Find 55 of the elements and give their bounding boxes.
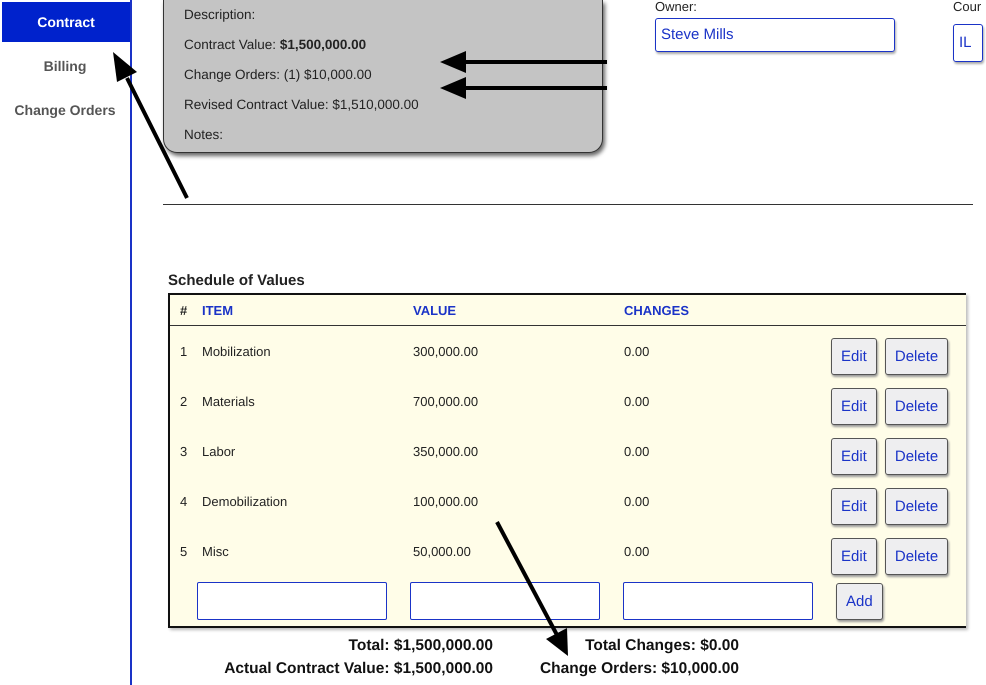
- table-cell-text: 100,000.00: [413, 494, 480, 508]
- field-label: Cour: [953, 0, 982, 16]
- card-text: Notes:: [184, 126, 224, 144]
- delete-button[interactable]: Delete: [884, 338, 948, 374]
- table-cell-text: Demobilization: [202, 494, 288, 508]
- table-cell-text: Misc: [202, 544, 230, 558]
- table-cell-text: 4: [179, 494, 188, 508]
- table-cell-text: 5: [179, 544, 188, 558]
- edit-button[interactable]: Edit: [831, 538, 877, 574]
- table-cell-text: Labor: [202, 444, 236, 458]
- column-header: VALUE: [413, 302, 458, 318]
- delete-button[interactable]: Delete: [884, 538, 948, 574]
- table-cell-text: 1: [179, 344, 188, 358]
- card-text: Contract Value: $1,500,000.00: [184, 36, 366, 54]
- table-cell-text: 0.00: [624, 544, 650, 558]
- column-header: ITEM: [202, 302, 234, 318]
- sidebar-item[interactable]: Contract: [2, 2, 130, 42]
- column-header: #: [179, 302, 188, 318]
- column-header: CHANGES: [624, 302, 690, 318]
- card-text: Change Orders: (1) $10,000.00: [184, 66, 372, 84]
- table-cell-text: 3: [179, 444, 188, 458]
- item-input[interactable]: [197, 582, 387, 620]
- table-cell-text: Mobilization: [202, 344, 272, 358]
- delete-button[interactable]: Delete: [884, 388, 948, 424]
- delete-button[interactable]: Delete: [884, 438, 948, 474]
- owner-label: Owner:: [655, 0, 698, 16]
- edit-button[interactable]: Edit: [831, 488, 877, 524]
- add-button[interactable]: Add: [836, 582, 883, 620]
- sidebar-item[interactable]: Billing: [0, 46, 130, 86]
- edit-button[interactable]: Edit: [831, 338, 877, 374]
- table-cell-text: 350,000.00: [413, 444, 480, 458]
- total-text: Total: $1,500,000.00: [348, 637, 493, 655]
- total-text: Total Changes: $0.00: [585, 637, 739, 655]
- total-text: Actual Contract Value: $1,500,000.00: [224, 660, 493, 678]
- table-cell-text: 50,000.00: [413, 544, 472, 558]
- changes-input[interactable]: [623, 582, 813, 620]
- edit-button[interactable]: Edit: [831, 438, 877, 474]
- card-text: Revised Contract Value: $1,510,000.00: [184, 96, 419, 114]
- value-input[interactable]: [410, 582, 600, 620]
- table-cell-text: 0.00: [624, 394, 650, 408]
- schedule-title: Schedule of Values: [168, 272, 306, 289]
- edit-button[interactable]: Edit: [831, 388, 877, 424]
- table-cell-text: 0.00: [624, 444, 650, 458]
- owner-field[interactable]: Steve Mills: [655, 18, 895, 52]
- total-text: Change Orders: $10,000.00: [540, 660, 739, 678]
- table-cell-text: 0.00: [624, 494, 650, 508]
- table-cell-text: 0.00: [624, 344, 650, 358]
- table-cell-text: 300,000.00: [413, 344, 480, 358]
- table-cell-text: Materials: [202, 394, 256, 408]
- table-cell-text: 700,000.00: [413, 394, 480, 408]
- country-field[interactable]: IL: [953, 24, 983, 62]
- sidebar-item[interactable]: Change Orders: [0, 90, 130, 130]
- card-text: Description:: [184, 6, 256, 24]
- table-cell-text: 2: [179, 394, 188, 408]
- delete-button[interactable]: Delete: [884, 488, 948, 524]
